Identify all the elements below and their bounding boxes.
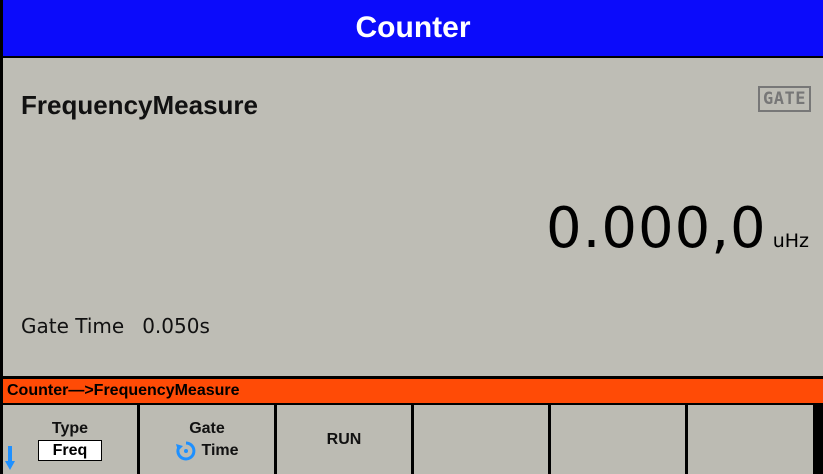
reading-unit: uHz: [772, 230, 809, 252]
down-arrow-icon: [5, 446, 15, 470]
softkey-gate-time[interactable]: Gate Time: [140, 405, 274, 474]
softkey-type[interactable]: Type Freq: [3, 405, 137, 474]
gate-status-badge: GATE: [758, 86, 811, 112]
softkey-6[interactable]: [688, 405, 813, 474]
rotate-icon: [176, 441, 196, 460]
softkey-run[interactable]: RUN: [277, 405, 411, 474]
measurement-panel: FrequencyMeasure GATE 0.000,0 uHz Gate T…: [3, 58, 823, 376]
measure-mode-title: FrequencyMeasure: [21, 90, 258, 120]
softkey-type-value-row: Freq: [37, 440, 103, 461]
reading-value: 0.000,0: [545, 196, 767, 261]
gate-time-info: Gate Time 0.050s: [21, 314, 210, 338]
window-title-text: Counter: [355, 11, 471, 44]
softkey-run-label: RUN: [326, 430, 362, 448]
softkey-bar: Type Freq Gate Time RUN: [0, 405, 823, 474]
softkey-4[interactable]: [414, 405, 548, 474]
softkey-type-label: Type: [51, 420, 89, 437]
softkey-gate-time-sublabel: Time: [201, 441, 239, 459]
type-selected-value: Freq: [37, 440, 103, 461]
gate-time-label: Gate Time: [21, 314, 125, 338]
breadcrumb: Counter—>FrequencyMeasure: [3, 379, 823, 403]
status-bar: Counter—>FrequencyMeasure: [0, 376, 823, 405]
breadcrumb-text: Counter—>FrequencyMeasure: [7, 382, 240, 399]
softkey-gate-time-value-row: Time: [175, 440, 239, 462]
window-title: Counter: [3, 0, 823, 58]
reading-display: 0.000,0 uHz: [546, 196, 809, 261]
gate-time-value: 0.050s: [142, 314, 210, 338]
softkey-gate-time-label: Gate: [189, 419, 225, 437]
softkey-5[interactable]: [551, 405, 685, 474]
